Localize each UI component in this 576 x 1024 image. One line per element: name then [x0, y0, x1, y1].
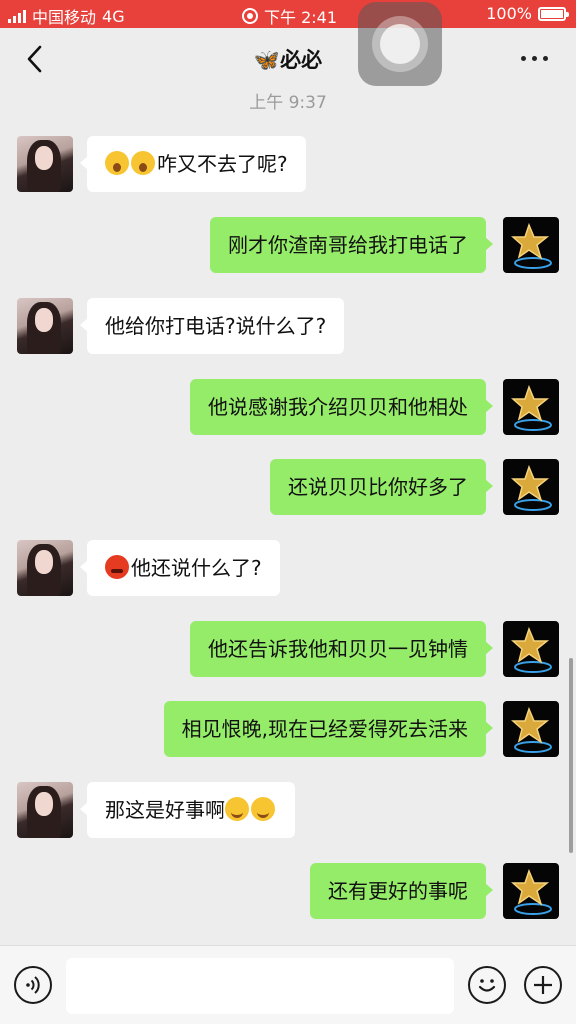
- smiley-face-icon: [478, 979, 496, 992]
- star-trophy-icon: [511, 222, 552, 269]
- message-bubble[interactable]: 相见恨晚,现在已经爱得死去活来: [163, 701, 494, 757]
- chat-scrollbar[interactable]: [569, 658, 573, 853]
- network-type: 4G: [102, 6, 125, 26]
- my-avatar[interactable]: [503, 863, 559, 919]
- contact-avatar[interactable]: [17, 782, 73, 838]
- clock: 下午 2:41: [264, 8, 338, 27]
- star-trophy-icon: [511, 868, 552, 915]
- message-text: 还有更好的事呢: [328, 879, 468, 903]
- message-bubble[interactable]: 刚才你渣南哥给我打电话了: [210, 217, 493, 273]
- message-bubble[interactable]: 咋又不去了呢?: [80, 136, 306, 192]
- chat-header: 🦋必必: [0, 28, 576, 90]
- contact-avatar[interactable]: [17, 298, 73, 354]
- surprised-emoji-icon: [131, 151, 155, 175]
- message-bubble[interactable]: 他给你打电话?说什么了?: [79, 298, 345, 354]
- message-text: 他给你打电话?说什么了?: [105, 314, 327, 338]
- message-text: 还说贝贝比你好多了: [288, 475, 468, 499]
- my-avatar[interactable]: [503, 379, 559, 435]
- message-text-input[interactable]: [66, 958, 454, 1014]
- message-bubble[interactable]: 还说贝贝比你好多了: [270, 459, 493, 515]
- hug-emoji-icon: [225, 797, 249, 821]
- surprised-emoji-icon: [105, 151, 129, 175]
- assistive-touch-button[interactable]: [358, 2, 442, 86]
- my-avatar[interactable]: [503, 621, 559, 677]
- dot-icon: [521, 56, 526, 61]
- signal-strength-icon: [8, 9, 26, 23]
- voice-wave-icon: [26, 976, 40, 994]
- message-text: 他说感谢我介绍贝贝和他相处: [208, 395, 468, 419]
- plus-icon: [534, 976, 552, 994]
- more-functions-button[interactable]: [524, 966, 562, 1004]
- my-avatar[interactable]: [503, 217, 559, 273]
- star-trophy-icon: [511, 464, 552, 511]
- star-trophy-icon: [511, 626, 552, 673]
- angry-emoji-icon: [105, 555, 129, 579]
- message-bubble[interactable]: 那这是好事啊: [80, 782, 295, 838]
- message-input-bar: [0, 945, 576, 1024]
- battery-percent: 100%: [486, 4, 532, 23]
- message-text: 咋又不去了呢?: [157, 152, 288, 176]
- contact-avatar[interactable]: [17, 540, 73, 596]
- message-text: 他还说什么了?: [131, 556, 262, 580]
- voice-input-button[interactable]: [14, 966, 52, 1004]
- battery-icon: [538, 6, 569, 21]
- status-bar: 中国移动 4G 下午 2:41 100%: [0, 0, 576, 28]
- screen-recording-icon: [242, 8, 258, 24]
- message-timestamp: 上午 9:37: [249, 93, 327, 113]
- chat-area[interactable]: 咋又不去了呢? 刚才你渣南哥给我打电话了 他给你打电话?说什么了? 他说感谢我介…: [0, 0, 576, 945]
- message-bubble[interactable]: 他还告诉我他和贝贝一见钟情: [190, 621, 493, 677]
- message-text: 相见恨晚,现在已经爱得死去活来: [181, 717, 468, 741]
- my-avatar[interactable]: [503, 701, 559, 757]
- message-bubble[interactable]: 他还说什么了?: [80, 540, 280, 596]
- dot-icon: [543, 56, 548, 61]
- message-bubble[interactable]: 还有更好的事呢: [310, 863, 493, 919]
- hug-emoji-icon: [251, 797, 275, 821]
- dot-icon: [532, 56, 537, 61]
- chat-title: 🦋必必: [253, 48, 323, 72]
- message-text: 那这是好事啊: [105, 798, 225, 822]
- message-bubble[interactable]: 他说感谢我介绍贝贝和他相处: [190, 379, 493, 435]
- contact-avatar[interactable]: [17, 136, 73, 192]
- carrier-name: 中国移动: [32, 8, 97, 27]
- message-text: 刚才你渣南哥给我打电话了: [228, 233, 468, 257]
- emoji-button[interactable]: [468, 966, 506, 1004]
- star-trophy-icon: [511, 706, 552, 753]
- more-options-button[interactable]: [521, 56, 548, 61]
- my-avatar[interactable]: [503, 459, 559, 515]
- star-trophy-icon: [511, 384, 552, 431]
- message-text: 他还告诉我他和贝贝一见钟情: [208, 637, 468, 661]
